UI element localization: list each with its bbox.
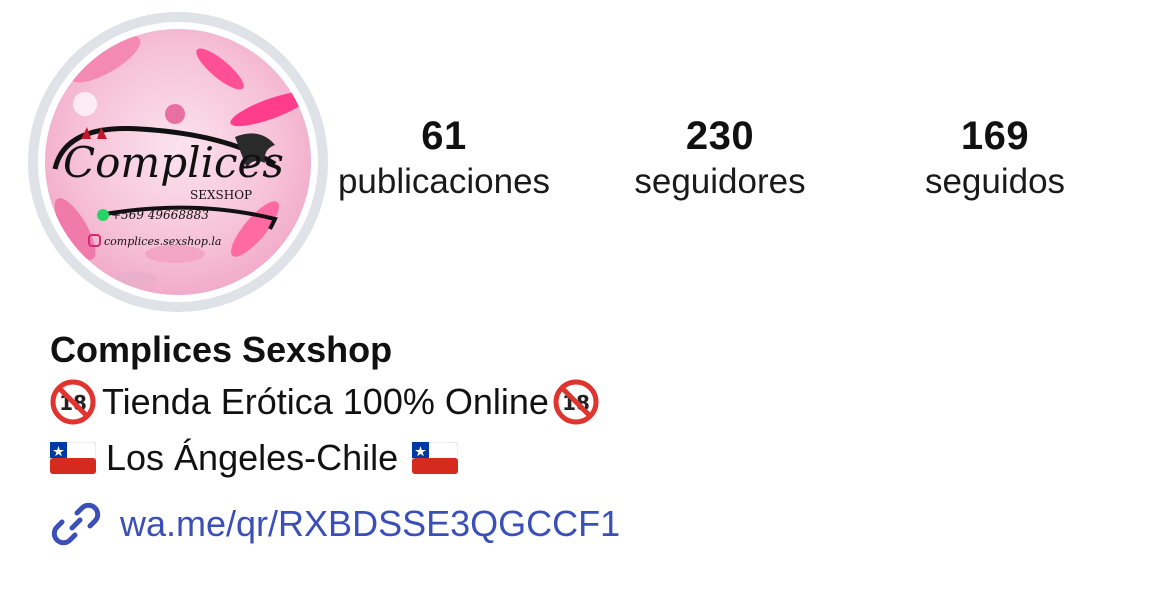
avatar-phone-text: +569 49668883 [111,208,209,222]
avatar-inner: Complices SEXSHOP +569 49668883 complice… [38,22,318,302]
following-count: 169 [960,114,1030,158]
stat-posts[interactable]: 61 publicaciones [309,112,579,204]
chile-flag-icon [412,442,459,474]
no-under-18-icon: 18 [553,379,599,425]
profile-avatar[interactable]: Complices SEXSHOP +569 49668883 complice… [28,12,328,312]
link-icon [51,502,101,546]
profile-name: Complices Sexshop [50,329,393,370]
avatar-brand-text: Complices [63,138,284,187]
stat-following[interactable]: 169 seguidos [860,112,1130,204]
bio-text-2: Los Ángeles-Chile [106,437,399,478]
posts-label: publicaciones [337,162,551,201]
no-under-18-icon: 18 [50,379,96,425]
link-text[interactable]: wa.me/qr/RXBDSSE3QGCCF1 [120,498,620,550]
profile-bio: Complices Sexshop 18 Tienda Erótica 100%… [50,326,599,486]
posts-count: 61 [421,114,467,158]
bio-line-1: 18 Tienda Erótica 100% Online 18 [50,374,599,430]
followers-count: 230 [685,114,755,158]
following-label: seguidos [924,162,1066,201]
avatar-image: Complices SEXSHOP +569 49668883 complice… [45,29,311,295]
bio-line-2: Los Ángeles-Chile [50,430,599,486]
chile-flag-icon [50,442,96,474]
followers-label: seguidores [634,162,806,201]
stat-followers[interactable]: 230 seguidores [585,112,855,204]
profile-link[interactable]: wa.me/qr/RXBDSSE3QGCCF1 [50,498,620,550]
bio-text-1: Tienda Erótica 100% Online [102,381,549,422]
avatar-handle-text: complices.sexshop.la [104,235,221,248]
whatsapp-icon [97,209,109,221]
avatar-sub-text: SEXSHOP [190,188,252,202]
